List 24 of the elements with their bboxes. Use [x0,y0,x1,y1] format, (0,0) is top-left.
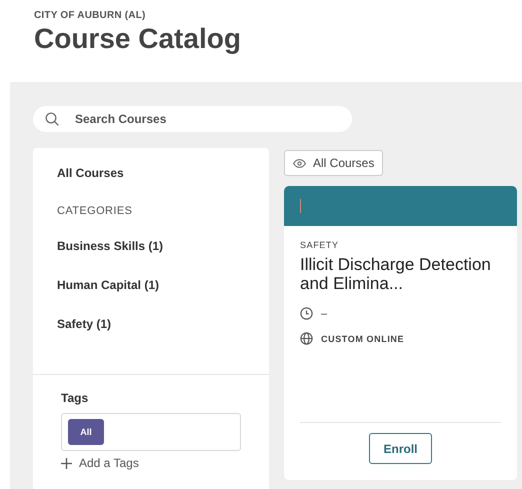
plus-icon [61,458,72,468]
clock-icon [300,307,313,320]
all-courses-link[interactable]: All Courses [57,166,124,180]
category-link[interactable]: Human Capital (1) [57,278,160,292]
tags-heading: Tags [61,391,88,405]
categories-heading: CATEGORIES [57,205,132,217]
accent-line [300,199,301,213]
search-field[interactable]: Search Courses [33,106,352,132]
course-category: SAFETY [300,240,340,250]
category-link[interactable]: Safety (1) [57,317,112,331]
course-title[interactable]: Illicit Discharge Detection and Elimina... [300,255,495,293]
enroll-button[interactable]: Enroll [369,433,432,464]
tag-chip[interactable]: All [68,419,104,445]
search-icon [45,112,59,126]
category-link[interactable]: Business Skills (1) [57,239,164,253]
add-tag-button[interactable]: Add a Tags [61,456,139,470]
tags-field[interactable]: All [61,413,241,451]
organization-name: CITY OF AUBURN (AL) [34,10,147,21]
view-filter-button[interactable]: All Courses [284,150,384,176]
globe-icon [300,332,313,345]
eye-icon [293,158,306,168]
delivery-type: CUSTOM ONLINE [321,334,404,344]
course-duration: – [321,308,328,320]
page-title: Course Catalog [34,23,242,55]
